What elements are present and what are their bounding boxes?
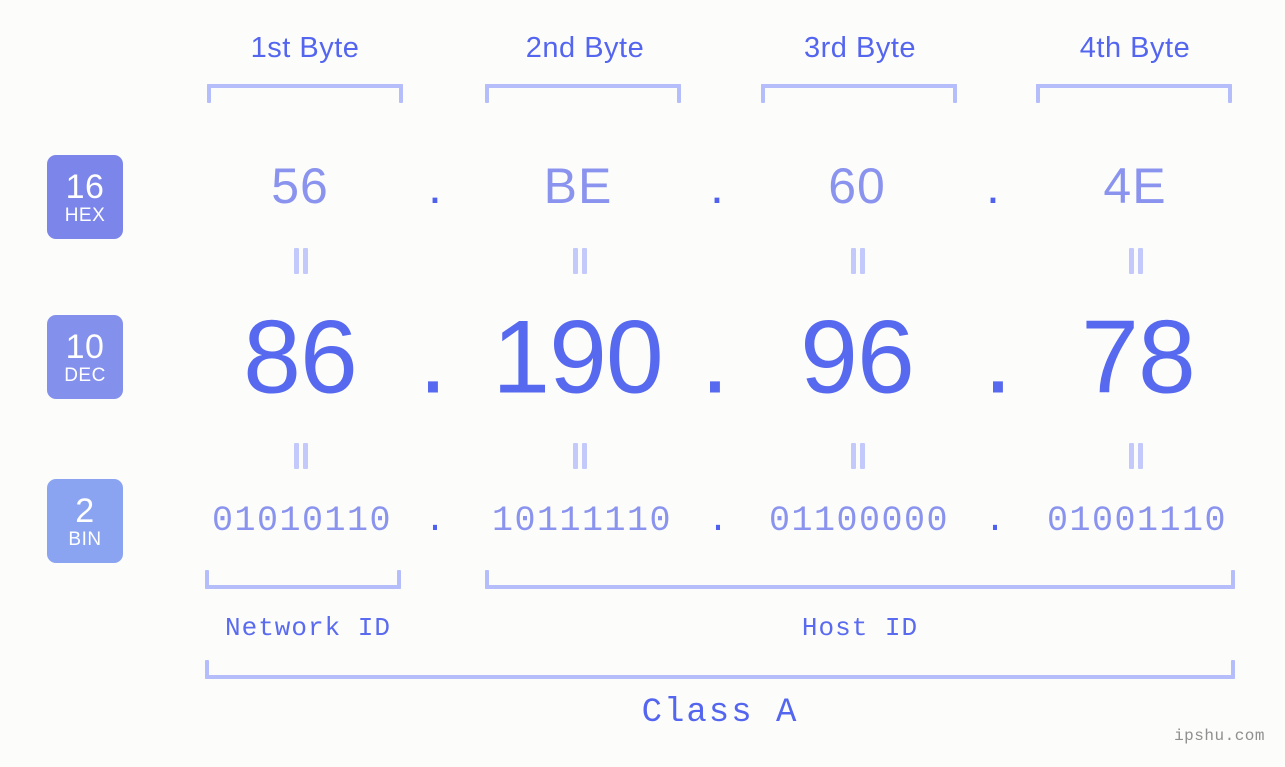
- bin-byte-3: 01100000: [768, 501, 950, 541]
- hex-byte-3: 60: [828, 158, 886, 214]
- hex-separator-2: .: [710, 158, 724, 214]
- equals-mark-dec-bin-1: [292, 443, 310, 469]
- hex-separator-3: .: [986, 158, 1000, 214]
- dec-separator-1: .: [418, 299, 448, 416]
- class-bracket: [205, 660, 1235, 679]
- host-id-label: Host ID: [801, 613, 919, 643]
- dec-byte-3: 96: [800, 299, 915, 416]
- ip-breakdown-diagram: 1st Byte 2nd Byte 3rd Byte 4th Byte 16 H…: [0, 0, 1285, 767]
- base-badge-bin-number: 2: [75, 491, 95, 530]
- network-id-label: Network ID: [224, 613, 392, 643]
- dec-separator-2: .: [700, 299, 730, 416]
- equals-mark-hex-dec-3: [849, 248, 867, 274]
- equals-mark-dec-bin-3: [849, 443, 867, 469]
- base-badge-hex-abbr: HEX: [64, 204, 106, 226]
- byte-bracket-1: [207, 84, 403, 103]
- bin-byte-4: 01001110: [1046, 501, 1228, 541]
- base-badge-dec: 10 DEC: [47, 315, 123, 399]
- equals-mark-dec-bin-4: [1127, 443, 1145, 469]
- equals-mark-hex-dec-4: [1127, 248, 1145, 274]
- class-label: Class A: [641, 694, 799, 732]
- bin-byte-1: 01010110: [211, 501, 393, 541]
- byte-header-3: 3rd Byte: [804, 32, 916, 64]
- dec-byte-2: 190: [492, 299, 664, 416]
- dec-byte-4: 78: [1081, 299, 1196, 416]
- dec-byte-1: 86: [243, 299, 358, 416]
- byte-bracket-2: [485, 84, 681, 103]
- equals-mark-hex-dec-2: [571, 248, 589, 274]
- byte-header-4: 4th Byte: [1079, 32, 1191, 64]
- base-badge-bin: 2 BIN: [47, 479, 123, 563]
- hex-byte-4: 4E: [1103, 158, 1167, 214]
- byte-header-1: 1st Byte: [250, 32, 360, 64]
- byte-header-2: 2nd Byte: [525, 32, 645, 64]
- dec-separator-3: .: [983, 299, 1013, 416]
- bin-separator-3: .: [984, 501, 1006, 541]
- network-id-bracket: [205, 570, 401, 589]
- byte-bracket-3: [761, 84, 957, 103]
- hex-separator-1: .: [428, 158, 442, 214]
- equals-mark-dec-bin-2: [571, 443, 589, 469]
- bin-separator-1: .: [424, 501, 446, 541]
- bin-byte-2: 10111110: [491, 501, 673, 541]
- byte-bracket-4: [1036, 84, 1232, 103]
- bin-separator-2: .: [707, 501, 729, 541]
- base-badge-dec-number: 10: [65, 327, 105, 366]
- hex-byte-1: 56: [271, 158, 329, 214]
- watermark: ipshu.com: [1174, 727, 1265, 745]
- hex-byte-2: BE: [543, 158, 613, 214]
- host-id-bracket: [485, 570, 1235, 589]
- base-badge-bin-abbr: BIN: [68, 528, 102, 550]
- equals-mark-hex-dec-1: [292, 248, 310, 274]
- base-badge-hex-number: 16: [65, 167, 105, 206]
- base-badge-dec-abbr: DEC: [64, 364, 106, 386]
- base-badge-hex: 16 HEX: [47, 155, 123, 239]
